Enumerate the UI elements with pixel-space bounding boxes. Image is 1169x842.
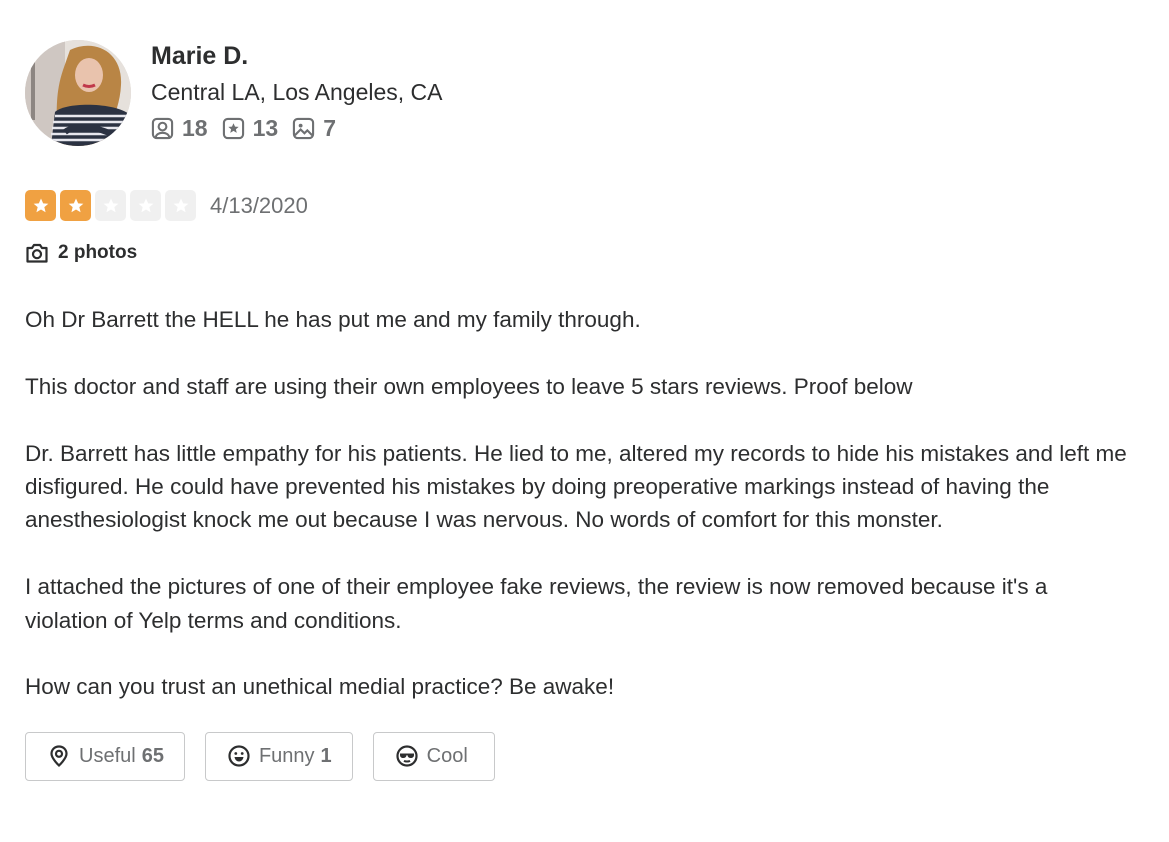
star-rating	[25, 190, 200, 221]
cool-button[interactable]: Cool	[372, 731, 495, 781]
useful-count: 65	[141, 744, 164, 767]
funny-label: Funny	[258, 744, 315, 767]
star-icon	[68, 198, 83, 212]
stat-photos-value: 7	[323, 115, 336, 141]
useful-button[interactable]: Useful 65	[25, 731, 185, 781]
rating-row: 4/13/2020	[25, 190, 1135, 221]
review-paragraph: Oh Dr Barrett the HELL he has put me and…	[25, 307, 641, 332]
reaction-buttons: Useful 65 Funny 1 Cool	[25, 731, 1135, 781]
cool-label: Cool	[426, 744, 468, 767]
stat-photos: 7	[292, 115, 336, 142]
review-paragraph: I attached the pictures of one of their …	[25, 574, 1048, 633]
smile-icon	[228, 745, 250, 767]
stat-friends-value: 18	[182, 115, 208, 141]
star-filled	[25, 190, 56, 221]
photo-icon	[293, 117, 315, 140]
review-paragraph: Dr. Barrett has little empathy for his p…	[25, 440, 1127, 533]
lightbulb-icon	[50, 745, 68, 768]
stat-reviews-value: 13	[252, 115, 279, 141]
review-card: Marie D. Central LA, Los Angeles, CA 18	[25, 40, 1135, 781]
funny-button[interactable]: Funny 1	[204, 731, 353, 781]
review-paragraph: How can you trust an unethical medial pr…	[25, 674, 615, 700]
sunglasses-icon	[396, 745, 418, 767]
star-icon	[138, 198, 153, 212]
star-empty	[165, 190, 196, 221]
star-icon	[103, 198, 118, 212]
useful-label: Useful	[79, 744, 136, 767]
user-header: Marie D. Central LA, Los Angeles, CA 18	[25, 40, 1135, 146]
photos-link[interactable]: 2 photos	[25, 241, 1135, 265]
funny-count: 1	[320, 744, 332, 767]
avatar[interactable]	[25, 40, 131, 146]
star-filled	[60, 190, 91, 221]
star-empty	[95, 190, 126, 221]
review-paragraph: This doctor and staff are using their ow…	[25, 373, 913, 399]
review-text: Oh Dr Barrett the HELL he has put me and…	[25, 303, 1135, 704]
stat-friends: 18	[151, 115, 208, 142]
user-stats: 18 13 7	[151, 115, 443, 142]
user-name[interactable]: Marie D.	[151, 40, 443, 72]
review-star-icon	[222, 117, 244, 140]
friends-icon	[151, 117, 174, 140]
review-date: 4/13/2020	[210, 192, 308, 218]
star-empty	[130, 190, 161, 221]
star-icon	[33, 198, 48, 212]
user-photo	[25, 40, 131, 146]
stat-reviews: 13	[222, 115, 279, 142]
star-icon	[173, 198, 188, 212]
camera-icon	[26, 243, 48, 263]
user-info: Marie D. Central LA, Los Angeles, CA 18	[151, 40, 443, 142]
user-location: Central LA, Los Angeles, CA	[151, 79, 443, 105]
photos-label: 2 photos	[58, 242, 138, 263]
